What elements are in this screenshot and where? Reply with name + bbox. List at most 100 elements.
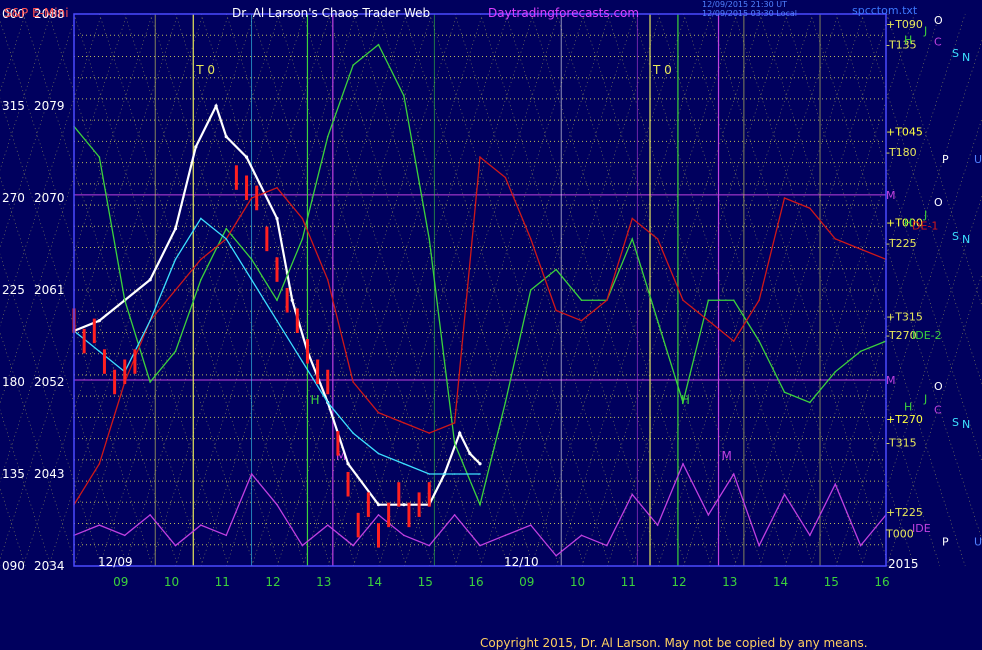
- data-point: [555, 554, 557, 557]
- data-point: [200, 258, 202, 261]
- angle-label: IDE: [912, 522, 931, 535]
- data-point: [225, 534, 228, 537]
- data-point: [682, 401, 684, 404]
- data-point: [377, 452, 380, 455]
- planet-label: U: [974, 535, 982, 548]
- y-tick-left: 270: [2, 191, 25, 205]
- y-tick-right: 2070: [34, 191, 65, 205]
- planet-label: S: [952, 47, 959, 60]
- data-point: [479, 473, 481, 475]
- data-point: [200, 524, 202, 526]
- source-file: spcctom.txt: [852, 4, 918, 17]
- x-tick: 13: [722, 575, 737, 589]
- planet-label: U: [974, 153, 982, 166]
- site-link[interactable]: Daytradingforecasts.com: [488, 7, 639, 20]
- x-tick: 11: [215, 575, 230, 589]
- data-point: [656, 238, 659, 240]
- data-point: [301, 238, 304, 240]
- data-point: [250, 197, 253, 199]
- planet-label: S: [952, 230, 959, 243]
- data-point: [98, 350, 101, 353]
- y-tick-right: 2052: [34, 375, 65, 389]
- data-point: [149, 381, 151, 383]
- angle-label: -T225: [886, 237, 917, 250]
- y-tick-right: 2061: [34, 283, 65, 297]
- data-point: [656, 524, 659, 526]
- data-point: [326, 524, 329, 526]
- data-point: [529, 238, 532, 240]
- data-point: [276, 299, 278, 302]
- data-point: [428, 544, 431, 547]
- data-point: [98, 524, 101, 526]
- data-point: [834, 238, 837, 240]
- x-tick: 10: [570, 575, 585, 589]
- x-tick: 15: [418, 575, 433, 589]
- planet-label: S: [952, 416, 959, 429]
- data-point: [123, 299, 126, 302]
- date-label: 12/09: [98, 555, 133, 569]
- data-point: [301, 544, 304, 547]
- data-point: [403, 422, 405, 424]
- data-point: [173, 227, 178, 231]
- data-point: [809, 401, 811, 404]
- chart-title: S&P E-Mini: [4, 6, 69, 20]
- data-point: [428, 432, 431, 434]
- date-label: 12/10: [504, 555, 539, 569]
- y-tick-right: 2043: [34, 467, 65, 481]
- data-point: [758, 544, 760, 547]
- data-point: [504, 401, 507, 404]
- data-point: [580, 299, 583, 302]
- data-point: [453, 442, 456, 445]
- data-point: [123, 534, 126, 537]
- data-point: [809, 207, 811, 210]
- data-point: [707, 319, 710, 322]
- vertical-marker-label: M: [722, 449, 732, 463]
- x-tick: 13: [316, 575, 331, 589]
- y-tick-left: 315: [2, 99, 25, 113]
- data-point: [402, 503, 406, 507]
- timestamp-ut: 12/09/2015 21:30 UT: [702, 0, 787, 9]
- data-point: [606, 544, 608, 547]
- data-point: [276, 503, 278, 506]
- data-point: [276, 319, 278, 322]
- angle-label: +T225: [886, 506, 923, 519]
- vertical-marker-label: H: [310, 393, 319, 407]
- data-point: [244, 155, 249, 159]
- data-point: [859, 544, 862, 547]
- data-point: [783, 197, 786, 199]
- x-tick: 16: [874, 575, 889, 589]
- data-point: [225, 227, 228, 230]
- data-point: [275, 216, 279, 221]
- data-point: [529, 289, 532, 291]
- vertical-marker-label: T 0: [652, 63, 672, 77]
- y-tick-left: 225: [2, 283, 25, 297]
- data-point: [149, 319, 151, 322]
- data-point: [98, 156, 101, 158]
- data-point: [707, 514, 710, 516]
- data-point: [326, 401, 329, 404]
- data-point: [859, 248, 862, 250]
- vertical-marker-label: T 0: [195, 63, 215, 77]
- data-point: [732, 299, 735, 302]
- data-point: [479, 156, 481, 158]
- data-point: [194, 145, 198, 149]
- data-point: [732, 473, 735, 475]
- data-point: [346, 462, 350, 466]
- angle-label: +T315: [886, 311, 923, 324]
- data-point: [200, 278, 202, 281]
- data-point: [403, 462, 405, 465]
- data-point: [225, 238, 228, 240]
- angle-label: -T315: [886, 436, 917, 449]
- data-point: [377, 514, 380, 516]
- data-point: [479, 544, 481, 547]
- data-point: [377, 43, 380, 46]
- data-point: [809, 534, 811, 537]
- planet-label: H: [904, 217, 912, 230]
- data-point: [250, 258, 253, 261]
- chart-canvas: T 0 T 0 H H M M 090 2034 135 2043 180 2052 225 2061 2…: [0, 0, 982, 650]
- data-point: [656, 319, 659, 322]
- data-point: [174, 544, 177, 547]
- data-point: [326, 278, 329, 281]
- data-point: [453, 473, 456, 475]
- data-point: [580, 319, 583, 322]
